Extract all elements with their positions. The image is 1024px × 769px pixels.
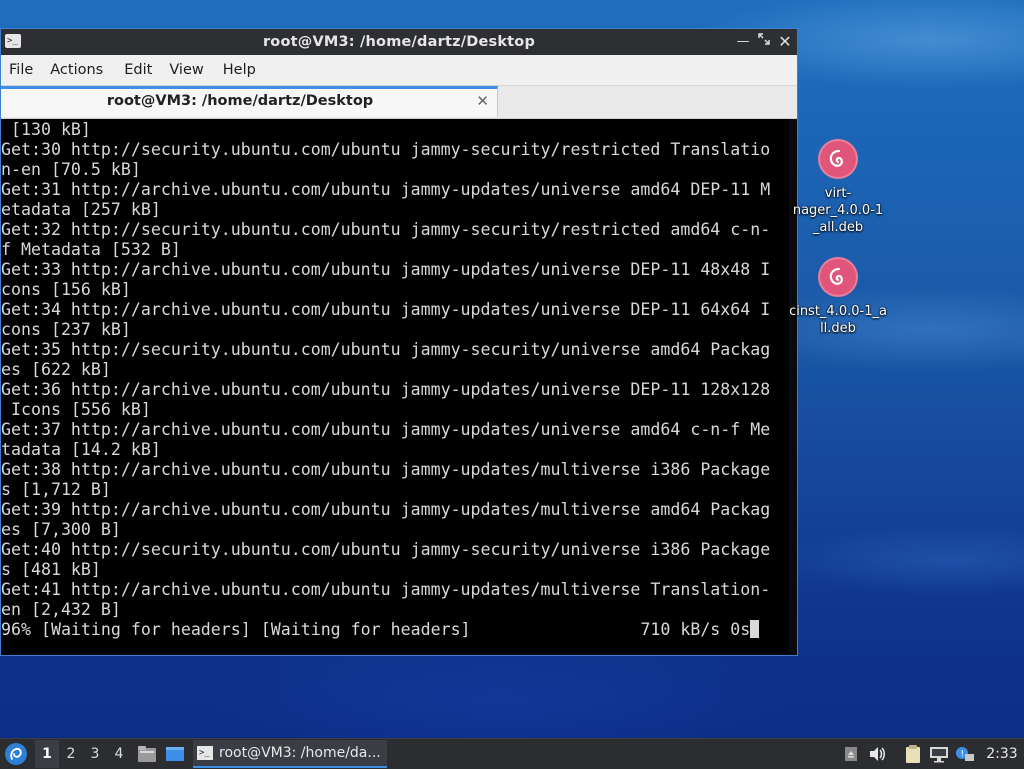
show-desktop-icon[interactable] [163,742,187,766]
system-tray: ! 2:33 [840,739,1024,769]
terminal-line: s [1,712 B] [1,480,111,499]
debian-package-icon [818,257,858,297]
terminal-icon: >_ [197,746,213,760]
terminal-line: etadata [257 kB] [1,200,161,219]
terminal-line: es [622 kB] [1,360,111,379]
menu-bar: File Actions Edit View Help [1,55,797,86]
window-titlebar[interactable]: >_ root@VM3: /home/dartz/Desktop — ✕ [1,29,797,55]
desktop-icon-label: virt- nager_4.0.0-1 _all.deb [792,186,884,235]
terminal-line: cons [156 kB] [1,280,131,299]
terminal-line: Get:31 http://archive.ubuntu.com/ubuntu … [1,180,771,199]
maximize-icon[interactable] [755,33,773,51]
workspace-3-button[interactable]: 3 [83,740,107,768]
debian-package-icon [818,139,858,179]
clock[interactable]: 2:33 [980,746,1024,762]
terminal-line: Get:39 http://archive.ubuntu.com/ubuntu … [1,500,771,519]
terminal-line: Get:34 http://archive.ubuntu.com/ubuntu … [1,300,771,319]
progress-text: 96% [Waiting for headers] [Waiting for h… [1,620,751,639]
terminal-line: Get:41 http://archive.ubuntu.com/ubuntu … [1,580,771,599]
tab-label: root@VM3: /home/dartz/Desktop [106,93,374,109]
terminal-line: [130 kB] [1,120,91,139]
terminal-line: es [7,300 B] [1,520,121,539]
tab-bar: root@VM3: /home/dartz/Desktop ✕ [1,86,797,119]
terminal-line: Get:30 http://security.ubuntu.com/ubuntu… [1,140,771,159]
close-icon[interactable]: ✕ [776,33,794,51]
terminal-line: n-en [70.5 kB] [1,160,141,179]
menu-file[interactable]: File [1,55,41,85]
menu-edit[interactable]: Edit [111,55,160,85]
terminal-line: cons [237 kB] [1,320,131,339]
terminal-line: tadata [14.2 kB] [1,440,161,459]
terminal-line: f Metadata [532 B] [1,240,181,259]
network-icon[interactable] [928,743,950,765]
volume-icon[interactable] [866,743,888,765]
window-title: root@VM3: /home/dartz/Desktop [262,34,536,50]
workspace-2-button[interactable]: 2 [59,740,83,768]
terminal-line: Get:35 http://security.ubuntu.com/ubuntu… [1,340,771,359]
workspace-4-button[interactable]: 4 [107,740,131,768]
tab-close-icon[interactable]: ✕ [476,92,489,110]
eject-icon[interactable] [840,743,862,765]
taskbar: 1 2 3 4 >_ root@VM3: /home/da... ! 2:33 [0,738,1024,769]
desktop-icon-virtinst[interactable]: cinst_4.0.0-1_a ll.deb [788,257,888,337]
task-label: root@VM3: /home/da... [219,745,381,761]
desktop-icon-label: cinst_4.0.0-1_a ll.deb [789,304,887,336]
minimize-icon[interactable]: — [734,33,752,51]
terminal-line: Icons [556 kB] [1,400,151,419]
menu-help[interactable]: Help [212,55,264,85]
terminal-tab[interactable]: root@VM3: /home/dartz/Desktop ✕ [1,86,498,117]
svg-text:!: ! [961,750,965,760]
clipboard-icon[interactable] [902,743,924,765]
terminal-line: en [2,432 B] [1,600,121,619]
menu-actions[interactable]: Actions [41,55,111,85]
terminal-progress-line: 96% [Waiting for headers] [Waiting for h… [1,620,781,640]
notification-icon[interactable]: ! [954,743,976,765]
terminal-line: Get:38 http://archive.ubuntu.com/ubuntu … [1,460,771,479]
terminal-lines: [130 kB] Get:30 http://security.ubuntu.co… [1,120,781,640]
terminal-line: Get:33 http://archive.ubuntu.com/ubuntu … [1,260,771,279]
file-manager-icon[interactable] [135,742,159,766]
desktop-icon-virt-manager[interactable]: virt- nager_4.0.0-1 _all.deb [788,139,888,236]
terminal-line: Get:40 http://security.ubuntu.com/ubuntu… [1,540,771,559]
terminal-line: Get:36 http://archive.ubuntu.com/ubuntu … [1,380,771,399]
terminal-window[interactable]: >_ root@VM3: /home/dartz/Desktop — ✕ Fil… [0,28,798,656]
taskbar-task-terminal[interactable]: >_ root@VM3: /home/da... [193,740,387,768]
terminal-output[interactable]: [130 kB] Get:30 http://security.ubuntu.co… [1,119,797,655]
lxqt-start-icon[interactable] [5,743,27,765]
terminal-line: s [481 kB] [1,560,101,579]
terminal-line: Get:37 http://archive.ubuntu.com/ubuntu … [1,420,771,439]
menu-view[interactable]: View [160,55,211,85]
terminal-cursor [750,620,760,638]
workspace-1-button[interactable]: 1 [35,740,59,768]
terminal-line: Get:32 http://security.ubuntu.com/ubuntu… [1,220,771,239]
